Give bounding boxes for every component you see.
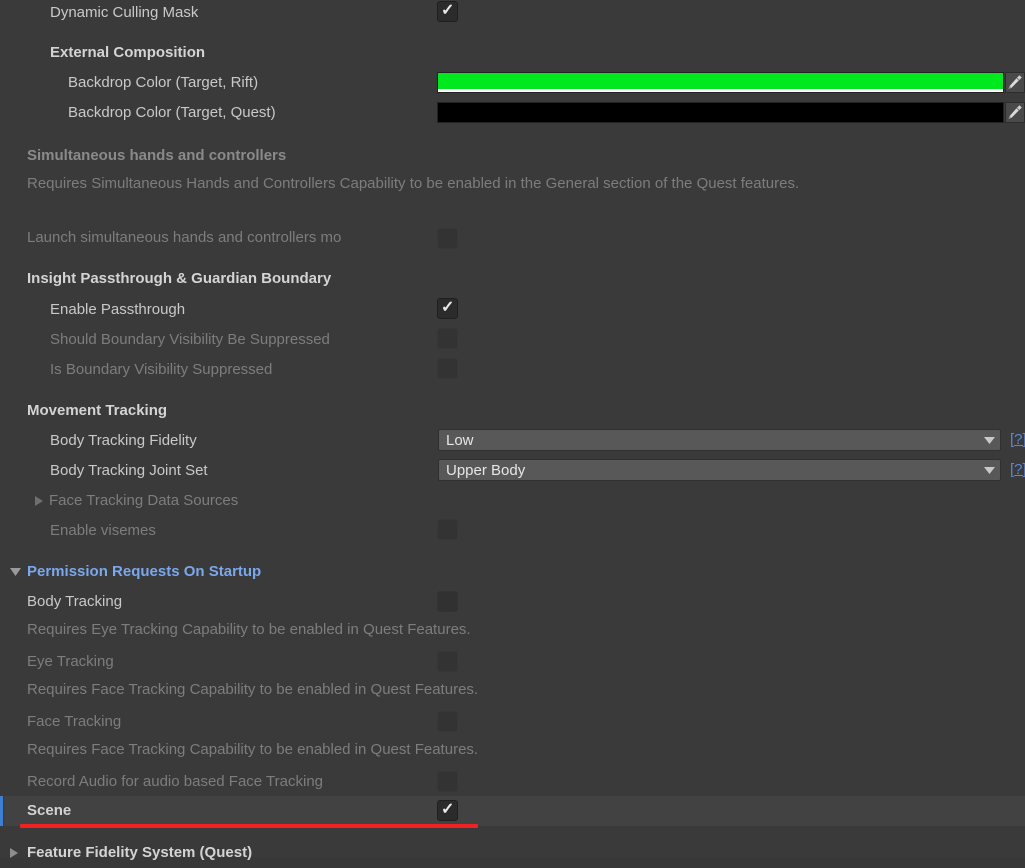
row-movement-tracking-header: Movement Tracking: [0, 396, 1025, 426]
permission-requests-header-label: Permission Requests On Startup: [27, 563, 262, 580]
row-permission-scene[interactable]: Scene ✓: [0, 796, 1025, 826]
movement-tracking-header-label: Movement Tracking: [27, 402, 168, 419]
row-permission-face-tracking[interactable]: Face Tracking: [0, 707, 1025, 737]
simultaneous-header-label: Simultaneous hands and controllers: [27, 147, 287, 164]
enable-visemes-label: Enable visemes: [50, 522, 156, 539]
permission-scene-checkbox[interactable]: ✓: [437, 800, 458, 821]
row-enable-passthrough[interactable]: Enable Passthrough ✓: [0, 295, 1025, 325]
eyedropper-icon-quest[interactable]: [1005, 102, 1025, 123]
eyedropper-icon-rift[interactable]: [1005, 72, 1025, 93]
enable-visemes-checkbox[interactable]: [437, 519, 458, 540]
row-body-tracking-fidelity[interactable]: Body Tracking Fidelity Low [?]: [0, 426, 1025, 456]
annotation-underline: [20, 824, 478, 828]
row-body-tracking-joint-set[interactable]: Body Tracking Joint Set Upper Body [?]: [0, 456, 1025, 486]
row-feature-fidelity-header[interactable]: Feature Fidelity System (Quest): [0, 838, 1025, 868]
dynamic-culling-mask-label: Dynamic Culling Mask: [50, 4, 199, 21]
body-tracking-fidelity-help-link[interactable]: [?]: [1010, 431, 1025, 448]
body-tracking-joint-set-dropdown[interactable]: Upper Body: [438, 459, 1001, 481]
chevron-down-icon: [978, 436, 1000, 444]
external-composition-header-label: External Composition: [50, 44, 206, 61]
backdrop-color-rift-label: Backdrop Color (Target, Rift): [68, 74, 259, 91]
chevron-right-icon[interactable]: [9, 847, 19, 858]
permission-body-tracking-checkbox[interactable]: [437, 591, 458, 612]
permission-face-help-2-block: Requires Face Tracking Capability to be …: [0, 739, 1025, 760]
row-dynamic-culling-mask[interactable]: Dynamic Culling Mask ✓: [0, 0, 1025, 26]
alpha-bar: [438, 119, 1003, 122]
row-should-boundary-suppressed[interactable]: Should Boundary Visibility Be Suppressed: [0, 325, 1025, 355]
row-external-composition-header: External Composition: [0, 38, 1025, 68]
row-permission-record-audio[interactable]: Record Audio for audio based Face Tracki…: [0, 767, 1025, 797]
permission-scene-label: Scene: [27, 802, 72, 819]
checkmark-icon: ✓: [441, 299, 455, 316]
color-swatch: [438, 103, 1003, 119]
should-boundary-suppressed-checkbox[interactable]: [437, 328, 458, 349]
launch-simultaneous-label: Launch simultaneous hands and controller…: [27, 229, 342, 246]
body-tracking-joint-set-label: Body Tracking Joint Set: [50, 462, 208, 479]
chevron-down-icon[interactable]: [9, 567, 21, 576]
body-tracking-fidelity-label: Body Tracking Fidelity: [50, 432, 197, 449]
row-face-tracking-data-sources[interactable]: Face Tracking Data Sources: [0, 486, 1025, 516]
checkmark-icon: ✓: [441, 2, 455, 19]
row-simultaneous-header: Simultaneous hands and controllers: [0, 141, 1025, 171]
permission-eye-help-block: Requires Eye Tracking Capability to be e…: [0, 619, 1025, 640]
enable-passthrough-label: Enable Passthrough: [50, 301, 186, 318]
backdrop-color-quest-label: Backdrop Color (Target, Quest): [68, 104, 276, 121]
enable-passthrough-checkbox[interactable]: ✓: [437, 298, 458, 319]
backdrop-color-rift-swatch[interactable]: [437, 72, 1004, 93]
alpha-bar: [438, 89, 1003, 92]
permission-face-help-1-block: Requires Face Tracking Capability to be …: [0, 679, 1025, 700]
permission-record-audio-checkbox[interactable]: [437, 771, 458, 792]
chevron-right-icon[interactable]: [34, 495, 44, 506]
row-enable-visemes[interactable]: Enable visemes: [0, 516, 1025, 546]
is-boundary-suppressed-checkbox[interactable]: [437, 358, 458, 379]
permission-eye-help-text: Requires Eye Tracking Capability to be e…: [27, 621, 471, 638]
dynamic-culling-mask-checkbox[interactable]: ✓: [437, 1, 458, 22]
body-tracking-joint-set-value: Upper Body: [446, 461, 526, 479]
permission-eye-tracking-checkbox[interactable]: [437, 651, 458, 672]
row-is-boundary-suppressed[interactable]: Is Boundary Visibility Suppressed: [0, 355, 1025, 385]
checkmark-icon: ✓: [441, 801, 455, 818]
is-boundary-suppressed-label: Is Boundary Visibility Suppressed: [50, 361, 273, 378]
permission-face-tracking-checkbox[interactable]: [437, 711, 458, 732]
permission-face-tracking-label: Face Tracking: [27, 713, 122, 730]
permission-eye-tracking-label: Eye Tracking: [27, 653, 114, 670]
backdrop-color-quest-swatch[interactable]: [437, 102, 1004, 123]
color-swatch: [438, 73, 1003, 89]
simultaneous-help-text: Requires Simultaneous Hands and Controll…: [27, 175, 800, 192]
feature-fidelity-header-label: Feature Fidelity System (Quest): [27, 844, 253, 861]
should-boundary-suppressed-label: Should Boundary Visibility Be Suppressed: [50, 331, 330, 348]
row-permission-requests-header[interactable]: Permission Requests On Startup: [0, 557, 1025, 587]
row-backdrop-color-rift[interactable]: Backdrop Color (Target, Rift): [0, 68, 1025, 98]
row-insight-passthrough-header: Insight Passthrough & Guardian Boundary: [0, 264, 1025, 294]
row-backdrop-color-quest[interactable]: Backdrop Color (Target, Quest): [0, 98, 1025, 128]
chevron-down-icon: [978, 466, 1000, 474]
row-permission-body-tracking[interactable]: Body Tracking: [0, 587, 1025, 617]
launch-simultaneous-checkbox[interactable]: [437, 228, 458, 249]
row-permission-eye-tracking[interactable]: Eye Tracking: [0, 647, 1025, 677]
permission-body-tracking-label: Body Tracking: [27, 593, 123, 610]
permission-face-help-1-text: Requires Face Tracking Capability to be …: [27, 681, 479, 698]
body-tracking-fidelity-value: Low: [446, 431, 474, 449]
simultaneous-help-text-block: Requires Simultaneous Hands and Controll…: [0, 173, 1025, 194]
permission-face-help-2-text: Requires Face Tracking Capability to be …: [27, 741, 479, 758]
body-tracking-fidelity-dropdown[interactable]: Low: [438, 429, 1001, 451]
body-tracking-joint-set-help-link[interactable]: [?]: [1010, 461, 1025, 478]
permission-record-audio-label: Record Audio for audio based Face Tracki…: [27, 773, 324, 790]
row-launch-simultaneous[interactable]: Launch simultaneous hands and controller…: [0, 223, 1025, 253]
insight-passthrough-header-label: Insight Passthrough & Guardian Boundary: [27, 270, 332, 287]
unity-inspector-panel: Dynamic Culling Mask ✓ External Composit…: [0, 0, 1025, 861]
